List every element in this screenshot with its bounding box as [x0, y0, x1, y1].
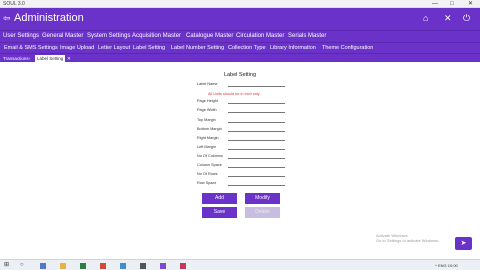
window-titlebar: SOUL 3.0 — □ ✕ [0, 0, 480, 8]
breadcrumb-close-icon[interactable]: ✕ [67, 55, 71, 62]
page-width-input[interactable] [228, 109, 285, 113]
no-of-columns-input[interactable] [228, 155, 285, 159]
menu-acquisition-master[interactable]: Acquisition Master [132, 33, 181, 39]
no-of-rows-input[interactable] [228, 173, 285, 177]
search-icon[interactable]: ○ [20, 262, 24, 269]
app-header: ⇦ Administration ⌂ ✕ ⏻ [0, 8, 480, 30]
window-title: SOUL 3.0 [3, 1, 25, 7]
save-button[interactable]: Save [202, 207, 237, 218]
app-icon-5[interactable] [160, 263, 166, 269]
submenu-theme-configuration[interactable]: Theme Configuration [320, 44, 375, 53]
menu-circulation-master[interactable]: Circulation Master [236, 33, 284, 39]
submenu-library-information[interactable]: Library Information [268, 44, 318, 53]
bottom-margin-label: Bottom Margin [197, 127, 222, 131]
menu-catalogue-master[interactable]: Catalogue Master [186, 33, 233, 39]
modify-button[interactable]: Modify [245, 193, 280, 204]
power-icon[interactable]: ⏻ [463, 13, 470, 24]
submenu-label-setting[interactable]: Label Setting [131, 44, 167, 53]
submenu-label-number-setting[interactable]: Label Number Setting [169, 44, 226, 53]
breadcrumb-label-setting[interactable]: Label Setting [35, 55, 66, 62]
window-close-button[interactable]: ✕ [468, 0, 473, 8]
breadcrumb: Transactions › Label Setting ✕ [0, 53, 480, 62]
submenu-letter-layout[interactable]: Letter Layout [96, 44, 132, 53]
app-icon-1[interactable] [80, 263, 86, 269]
page-height-label: Page Height [197, 99, 218, 103]
label-name-input[interactable] [228, 83, 285, 87]
page-title: Administration [14, 12, 84, 24]
top-margin-input[interactable] [228, 119, 285, 123]
top-margin-label: Top Margin [197, 118, 216, 122]
taskview-icon[interactable] [40, 263, 46, 269]
submenu-image-upload[interactable]: Image Upload [58, 44, 96, 53]
back-arrow-icon[interactable]: ⇦ [3, 13, 11, 24]
home-icon[interactable]: ⌂ [423, 13, 428, 23]
page-width-label: Page Width [197, 108, 217, 112]
close-icon[interactable]: ✕ [444, 13, 452, 24]
row-space-input[interactable] [228, 182, 285, 186]
watermark-line-2: Go to Settings to activate Windows. [376, 238, 440, 243]
start-icon[interactable]: ⊞ [4, 262, 9, 269]
app-icon-6[interactable] [180, 263, 186, 269]
column-space-input[interactable] [228, 164, 285, 168]
menu-user-settings[interactable]: User Settings [3, 33, 39, 39]
app-icon-2[interactable] [100, 263, 106, 269]
delete-button[interactable]: Delete [245, 207, 280, 218]
sub-menu: Email & SMS Settings Image Upload Letter… [0, 42, 480, 53]
bottom-margin-input[interactable] [228, 128, 285, 132]
no-of-rows-label: No Of Rows [197, 172, 218, 176]
breadcrumb-transactions[interactable]: Transactions [3, 55, 29, 62]
column-space-label: Column Space [197, 163, 222, 167]
left-margin-label: Left Margin [197, 145, 216, 149]
form-title: Label Setting [223, 72, 257, 78]
explorer-icon[interactable] [60, 263, 66, 269]
right-margin-label: Right Margin [197, 136, 219, 140]
system-tray[interactable]: ^ ENG 10:00 [435, 262, 458, 269]
menu-system-settings[interactable]: System Settings [87, 33, 130, 39]
send-action-button[interactable]: ➤ [455, 237, 472, 250]
activate-windows-watermark: Activate Windows Go to Settings to activ… [376, 233, 439, 243]
menu-general-master[interactable]: General Master [42, 33, 83, 39]
breadcrumb-separator: › [29, 56, 31, 61]
right-margin-input[interactable] [228, 137, 285, 141]
taskbar: ⊞ ○ ^ ENG 10:00 [0, 259, 480, 270]
submenu-email-sms-settings[interactable]: Email & SMS Settings [2, 44, 60, 53]
main-menu: User Settings General Master System Sett… [0, 30, 480, 42]
row-space-label: Row Space [197, 181, 217, 185]
maximize-button[interactable]: □ [450, 0, 454, 8]
app-icon-3[interactable] [120, 263, 126, 269]
units-note: All Units should be in Inch only [208, 92, 260, 96]
no-of-columns-label: No Of Columns [197, 154, 223, 158]
add-button[interactable]: Add [202, 193, 237, 204]
menu-serials-master[interactable]: Serials Master [288, 33, 326, 39]
label-name-label: Label Name [197, 82, 218, 86]
submenu-collection-type[interactable]: Collection Type [226, 44, 268, 53]
left-margin-input[interactable] [228, 146, 285, 150]
minimize-button[interactable]: — [432, 0, 438, 8]
app-icon-4[interactable] [140, 263, 146, 269]
page-height-input[interactable] [228, 100, 285, 104]
